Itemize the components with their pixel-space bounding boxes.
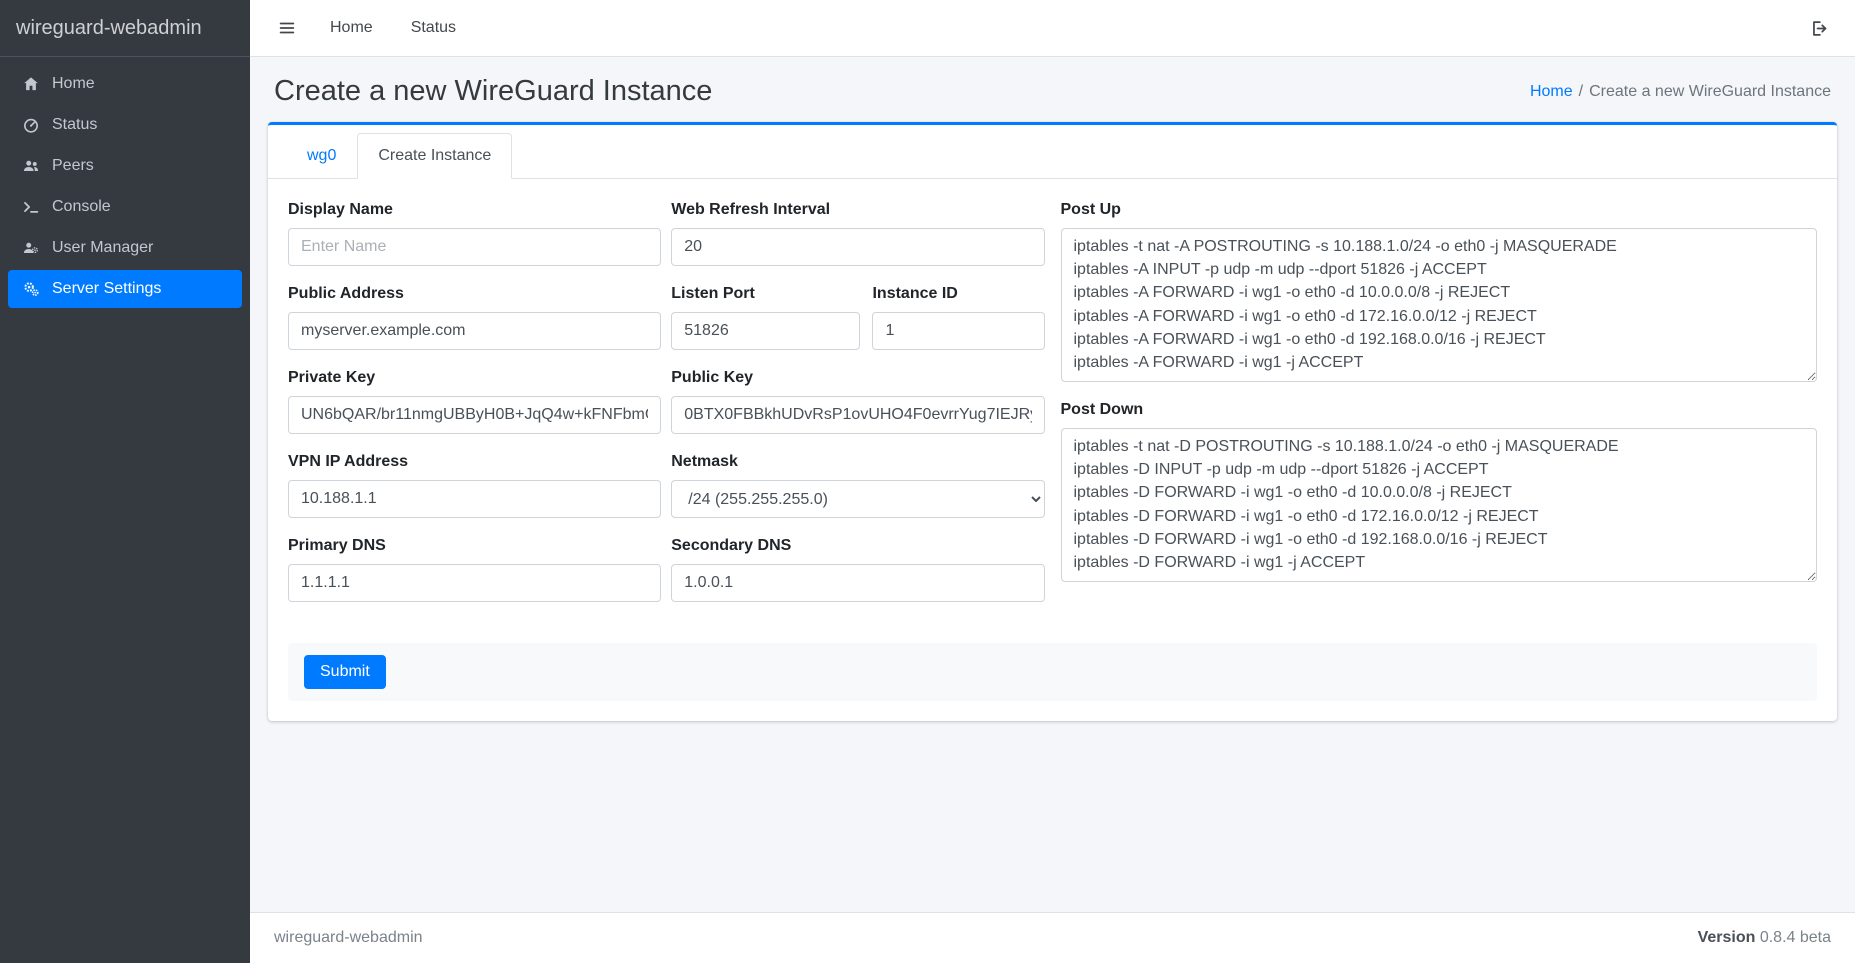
breadcrumb-home-link[interactable]: Home [1530,83,1573,100]
breadcrumb: Home / Create a new WireGuard Instance [1530,83,1831,101]
public-key-input[interactable] [671,396,1044,434]
netmask-select[interactable]: /24 (255.255.255.0) [671,480,1044,518]
form-row: Private Key Public Key [288,369,1045,453]
form-left-column: Display Name Web Refresh Interval [288,201,1045,621]
sidebar-item-label: Console [52,198,111,216]
submit-bar: Submit [288,643,1817,701]
primary-dns-group: Primary DNS [288,537,661,602]
sidebar-item-user-manager[interactable]: User Manager [8,229,242,267]
port-id-subrow: Listen Port Instance ID [671,285,1044,369]
footer-version-value: 0.8.4 beta [1760,929,1831,946]
public-address-label: Public Address [288,285,661,303]
terminal-icon [16,198,46,216]
vpn-ip-label: VPN IP Address [288,453,661,471]
page-title: Create a new WireGuard Instance [274,75,712,108]
secondary-dns-input[interactable] [671,564,1044,602]
main-footer: wireguard-webadmin Version 0.8.4 beta [250,912,1855,963]
instance-tabs: wg0 Create Instance [268,125,1837,179]
sidebar-item-label: Server Settings [52,280,161,298]
sidebar: wireguard-webadmin Home Status Peers [0,0,250,963]
display-name-input[interactable] [288,228,661,266]
public-key-label: Public Key [671,369,1044,387]
form-row: Primary DNS Secondary DNS [288,537,1045,621]
vpn-ip-group: VPN IP Address [288,453,661,518]
private-key-label: Private Key [288,369,661,387]
content-header: Create a new WireGuard Instance Home / Cre… [268,57,1837,122]
primary-dns-label: Primary DNS [288,537,661,555]
web-refresh-interval-group: Web Refresh Interval [671,201,1044,266]
primary-dns-input[interactable] [288,564,661,602]
form-row: VPN IP Address Netmask /24 (255.255.255.… [288,453,1045,537]
user-cog-icon [16,239,46,257]
public-key-group: Public Key [671,369,1044,434]
brand-title: wireguard-webadmin [0,0,250,57]
instance-form: Display Name Web Refresh Interval [268,179,1837,721]
post-down-group: Post Down iptables -t nat -D POSTROUTING… [1061,401,1818,582]
sidebar-item-console[interactable]: Console [8,188,242,226]
users-icon [16,157,46,175]
secondary-dns-group: Secondary DNS [671,537,1044,602]
home-icon [16,75,46,93]
private-key-input[interactable] [288,396,661,434]
form-right-column: Post Up iptables -t nat -A POSTROUTING -… [1061,201,1818,621]
breadcrumb-current: Create a new WireGuard Instance [1589,83,1831,100]
menu-icon[interactable] [268,13,306,43]
instance-id-input[interactable] [872,312,1044,350]
navbar-link-status[interactable]: Status [397,13,470,43]
sidebar-item-label: Status [52,116,97,134]
post-down-label: Post Down [1061,401,1818,419]
private-key-group: Private Key [288,369,661,434]
sidebar-item-peers[interactable]: Peers [8,147,242,185]
sidebar-item-server-settings[interactable]: Server Settings [8,270,242,308]
footer-app-name: wireguard-webadmin [274,929,423,947]
listen-port-input[interactable] [671,312,860,350]
vpn-ip-input[interactable] [288,480,661,518]
form-grid: Display Name Web Refresh Interval [288,201,1817,621]
instance-card: wg0 Create Instance Display Name [268,122,1837,721]
netmask-group: Netmask /24 (255.255.255.0) [671,453,1044,518]
listen-port-group: Listen Port [671,285,860,350]
form-row: Display Name Web Refresh Interval [288,201,1045,285]
instance-id-label: Instance ID [872,285,1044,303]
web-refresh-interval-label: Web Refresh Interval [671,201,1044,219]
sidebar-nav: Home Status Peers Console [0,57,250,319]
sidebar-item-label: User Manager [52,239,153,257]
footer-version-label: Version [1698,929,1756,946]
submit-button[interactable]: Submit [304,655,386,689]
public-address-group: Public Address [288,285,661,350]
navbar-link-home[interactable]: Home [316,13,387,43]
post-up-label: Post Up [1061,201,1818,219]
post-up-group: Post Up iptables -t nat -A POSTROUTING -… [1061,201,1818,382]
secondary-dns-label: Secondary DNS [671,537,1044,555]
post-up-textarea[interactable]: iptables -t nat -A POSTROUTING -s 10.188… [1061,228,1818,382]
breadcrumb-separator: / [1579,83,1583,100]
instance-id-group: Instance ID [872,285,1044,350]
tab-create-instance[interactable]: Create Instance [357,133,512,179]
sidebar-item-label: Peers [52,157,94,175]
cogs-icon [16,280,46,298]
tab-wg0[interactable]: wg0 [286,133,357,179]
sidebar-item-status[interactable]: Status [8,106,242,144]
public-address-input[interactable] [288,312,661,350]
sidebar-item-label: Home [52,75,95,93]
content-area: Create a new WireGuard Instance Home / Cre… [250,57,1855,912]
sidebar-item-home[interactable]: Home [8,65,242,103]
top-navbar: Home Status [250,0,1855,57]
app-window: wireguard-webadmin Home Status Peers [0,0,1855,963]
post-down-textarea[interactable]: iptables -t nat -D POSTROUTING -s 10.188… [1061,428,1818,582]
web-refresh-interval-input[interactable] [671,228,1044,266]
main-column: Home Status Create a new WireGuard Insta… [250,0,1855,963]
listen-port-label: Listen Port [671,285,860,303]
display-name-label: Display Name [288,201,661,219]
tachometer-icon [16,116,46,134]
netmask-label: Netmask [671,453,1044,471]
form-row: Public Address Listen Port In [288,285,1045,369]
footer-version: Version 0.8.4 beta [1698,929,1831,947]
logout-icon[interactable] [1802,13,1837,44]
display-name-group: Display Name [288,201,661,266]
